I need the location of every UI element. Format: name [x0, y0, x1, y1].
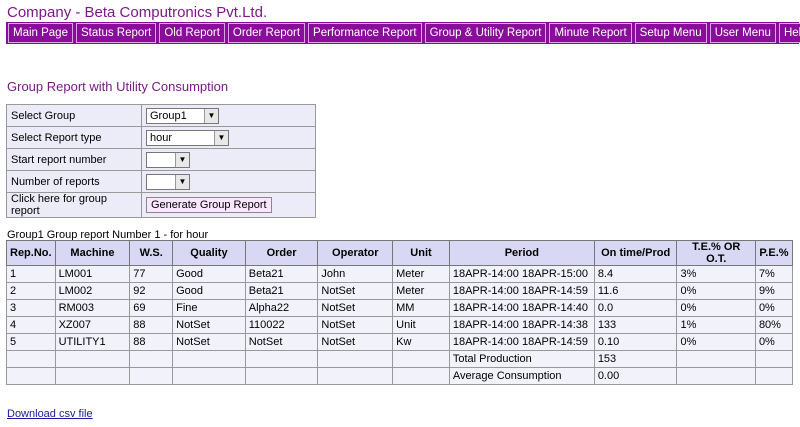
num-reports-label: Number of reports [6, 170, 142, 193]
col-operator: Operator [317, 240, 394, 266]
chevron-down-icon: ▼ [175, 174, 189, 189]
table-row: 4 XZ007 88 NotSet 110022 NotSet Unit 18APR-14:0… [6, 316, 794, 334]
table-header-row: Rep.No. Machine W.S. Quality Order Opera… [6, 240, 794, 266]
generate-label: Click here for group report [6, 192, 142, 218]
average-consumption-row: Average Consumption 0.00 [6, 367, 794, 385]
generate-group-report-button[interactable]: Generate Group Report [146, 197, 272, 213]
report-type-label: Select Report type [6, 126, 142, 149]
report-type-value: hour [150, 131, 173, 144]
nav-status-report[interactable]: Status Report [75, 23, 157, 43]
col-pe: P.E.% [754, 240, 794, 266]
page-title: Group Report with Utility Consumption [7, 79, 229, 94]
nav-minute-report[interactable]: Minute Report [549, 23, 632, 43]
report-type-dropdown[interactable]: hour ▼ [146, 129, 229, 146]
chevron-down-icon: ▼ [175, 152, 189, 167]
num-reports-dropdown[interactable]: ▼ [146, 173, 190, 190]
company-title: Company - Beta Computronics Pvt.Ltd. [7, 4, 268, 21]
start-number-dropdown[interactable]: ▼ [146, 151, 190, 168]
table-row: 5 UTILITY1 88 NotSet NotSet NotSet Kw 18APR-14:… [6, 333, 794, 351]
select-group-dropdown[interactable]: Group1 ▼ [146, 107, 219, 124]
average-consumption-value: 0.00 [593, 367, 678, 385]
chevron-down-icon: ▼ [204, 108, 218, 123]
nav-order-report[interactable]: Order Report [227, 23, 306, 43]
col-rep-no: Rep.No. [6, 240, 56, 266]
total-production-value: 153 [593, 350, 678, 368]
table-row: 3 RM003 69 Fine Alpha22 NotSet MM 18APR-14:00 1… [6, 299, 794, 317]
nav-main-page[interactable]: Main Page [8, 23, 73, 43]
table-row: 2 LM002 92 Good Beta21 NotSet Meter 18APR-14:00… [6, 282, 794, 300]
nav-group-utility-report[interactable]: Group & Utility Report [424, 23, 547, 43]
nav-performance-report[interactable]: Performance Report [308, 23, 422, 43]
table-row: 1 LM001 77 Good Beta21 John Meter 18APR-14:00 1… [6, 265, 794, 283]
group-report-table: Rep.No. Machine W.S. Quality Order Opera… [6, 240, 794, 385]
col-unit: Unit [392, 240, 450, 266]
average-consumption-label: Average Consumption [448, 367, 595, 385]
col-ontime-prod: On time/Prod [593, 240, 678, 266]
col-te-ot: T.E.% OR O.T. [676, 240, 756, 266]
download-csv-link[interactable]: Download csv file [7, 408, 93, 420]
nav-help[interactable]: Help [778, 23, 800, 43]
main-nav: Main Page Status Report Old Report Order… [6, 22, 800, 44]
report-form: Select Group Group1 ▼ Select Report type… [6, 104, 316, 218]
col-order: Order [244, 240, 319, 266]
select-group-value: Group1 [150, 109, 187, 122]
total-production-label: Total Production [448, 350, 595, 368]
col-period: Period [448, 240, 595, 266]
start-number-label: Start report number [6, 148, 142, 171]
nav-user-menu[interactable]: User Menu [709, 23, 776, 43]
col-machine: Machine [54, 240, 131, 266]
col-quality: Quality [172, 240, 246, 266]
nav-old-report[interactable]: Old Report [159, 23, 225, 43]
col-ws: W.S. [129, 240, 174, 266]
chevron-down-icon: ▼ [214, 130, 228, 145]
total-production-row: Total Production 153 [6, 350, 794, 368]
nav-setup-menu[interactable]: Setup Menu [634, 23, 707, 43]
select-group-label: Select Group [6, 104, 142, 127]
